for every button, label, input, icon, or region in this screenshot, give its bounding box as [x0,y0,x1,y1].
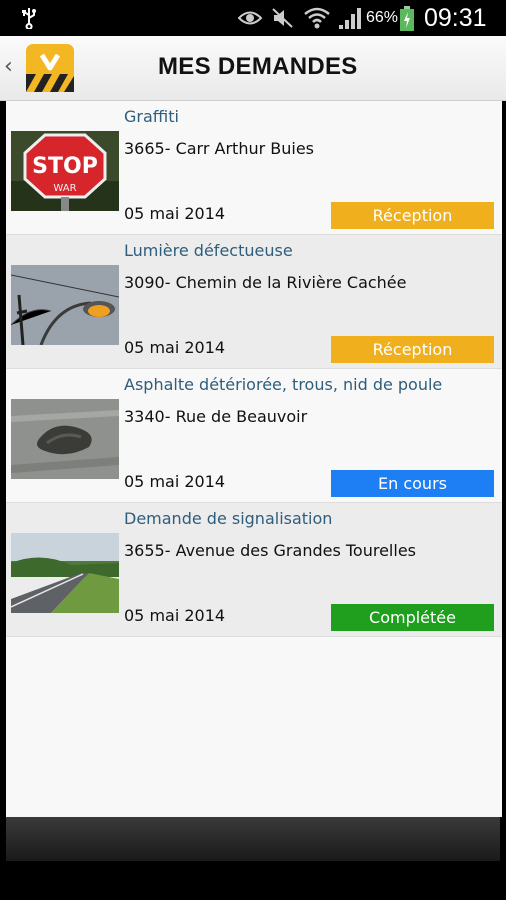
app-logo[interactable] [26,44,74,92]
request-category: Asphalte détériorée, trous, nid de poule [124,375,443,394]
request-date: 05 mai 2014 [124,338,226,357]
pothole-photo [11,399,119,479]
stop-sign-graffiti-photo: STOP WAR [11,131,119,211]
request-date: 05 mai 2014 [124,606,226,625]
bottom-toolbar [6,817,500,861]
request-address: 3340- Rue de Beauvoir [124,407,308,426]
status-badge: Réception [331,202,494,229]
chevron-left-icon[interactable]: ‹ [4,54,13,79]
wifi-icon [304,6,330,34]
request-category: Demande de signalisation [124,509,333,528]
status-badge: Complétée [331,604,494,631]
list-item[interactable]: Lumière défectueuse 3090- Chemin de la R… [6,235,502,369]
battery-percent: 66% [366,9,399,26]
request-date: 05 mai 2014 [124,204,226,223]
svg-text:WAR: WAR [53,183,76,194]
usb-icon [20,7,38,33]
status-badge: Réception [331,336,494,363]
battery-icon [399,6,415,36]
request-category: Lumière défectueuse [124,241,293,260]
list-item[interactable]: STOP WAR Graffiti 3665- Carr Arthur Buie… [6,101,502,235]
request-date: 05 mai 2014 [124,472,226,491]
status-badge: En cours [331,470,494,497]
mute-icon [272,8,294,32]
title-bar: ‹ MES DEMANDES [0,36,506,101]
road-photo [11,533,119,613]
divider [6,636,502,637]
nav-bar-area [0,861,506,900]
request-address: 3655- Avenue des Grandes Tourelles [124,541,416,560]
eye-icon [237,10,263,30]
clock: 09:31 [424,4,487,32]
street-light-photo [11,265,119,345]
list-item[interactable]: Demande de signalisation 3655- Avenue de… [6,503,502,637]
request-address: 3090- Chemin de la Rivière Cachée [124,273,407,292]
signal-icon [338,8,362,34]
svg-text:STOP: STOP [32,154,98,179]
status-bar: 66% 09:31 [0,0,506,36]
requests-list: STOP WAR Graffiti 3665- Carr Arthur Buie… [6,101,502,817]
request-category: Graffiti [124,107,179,126]
list-item[interactable]: Asphalte détériorée, trous, nid de poule… [6,369,502,503]
page-title: MES DEMANDES [158,53,358,80]
request-address: 3665- Carr Arthur Buies [124,139,314,158]
